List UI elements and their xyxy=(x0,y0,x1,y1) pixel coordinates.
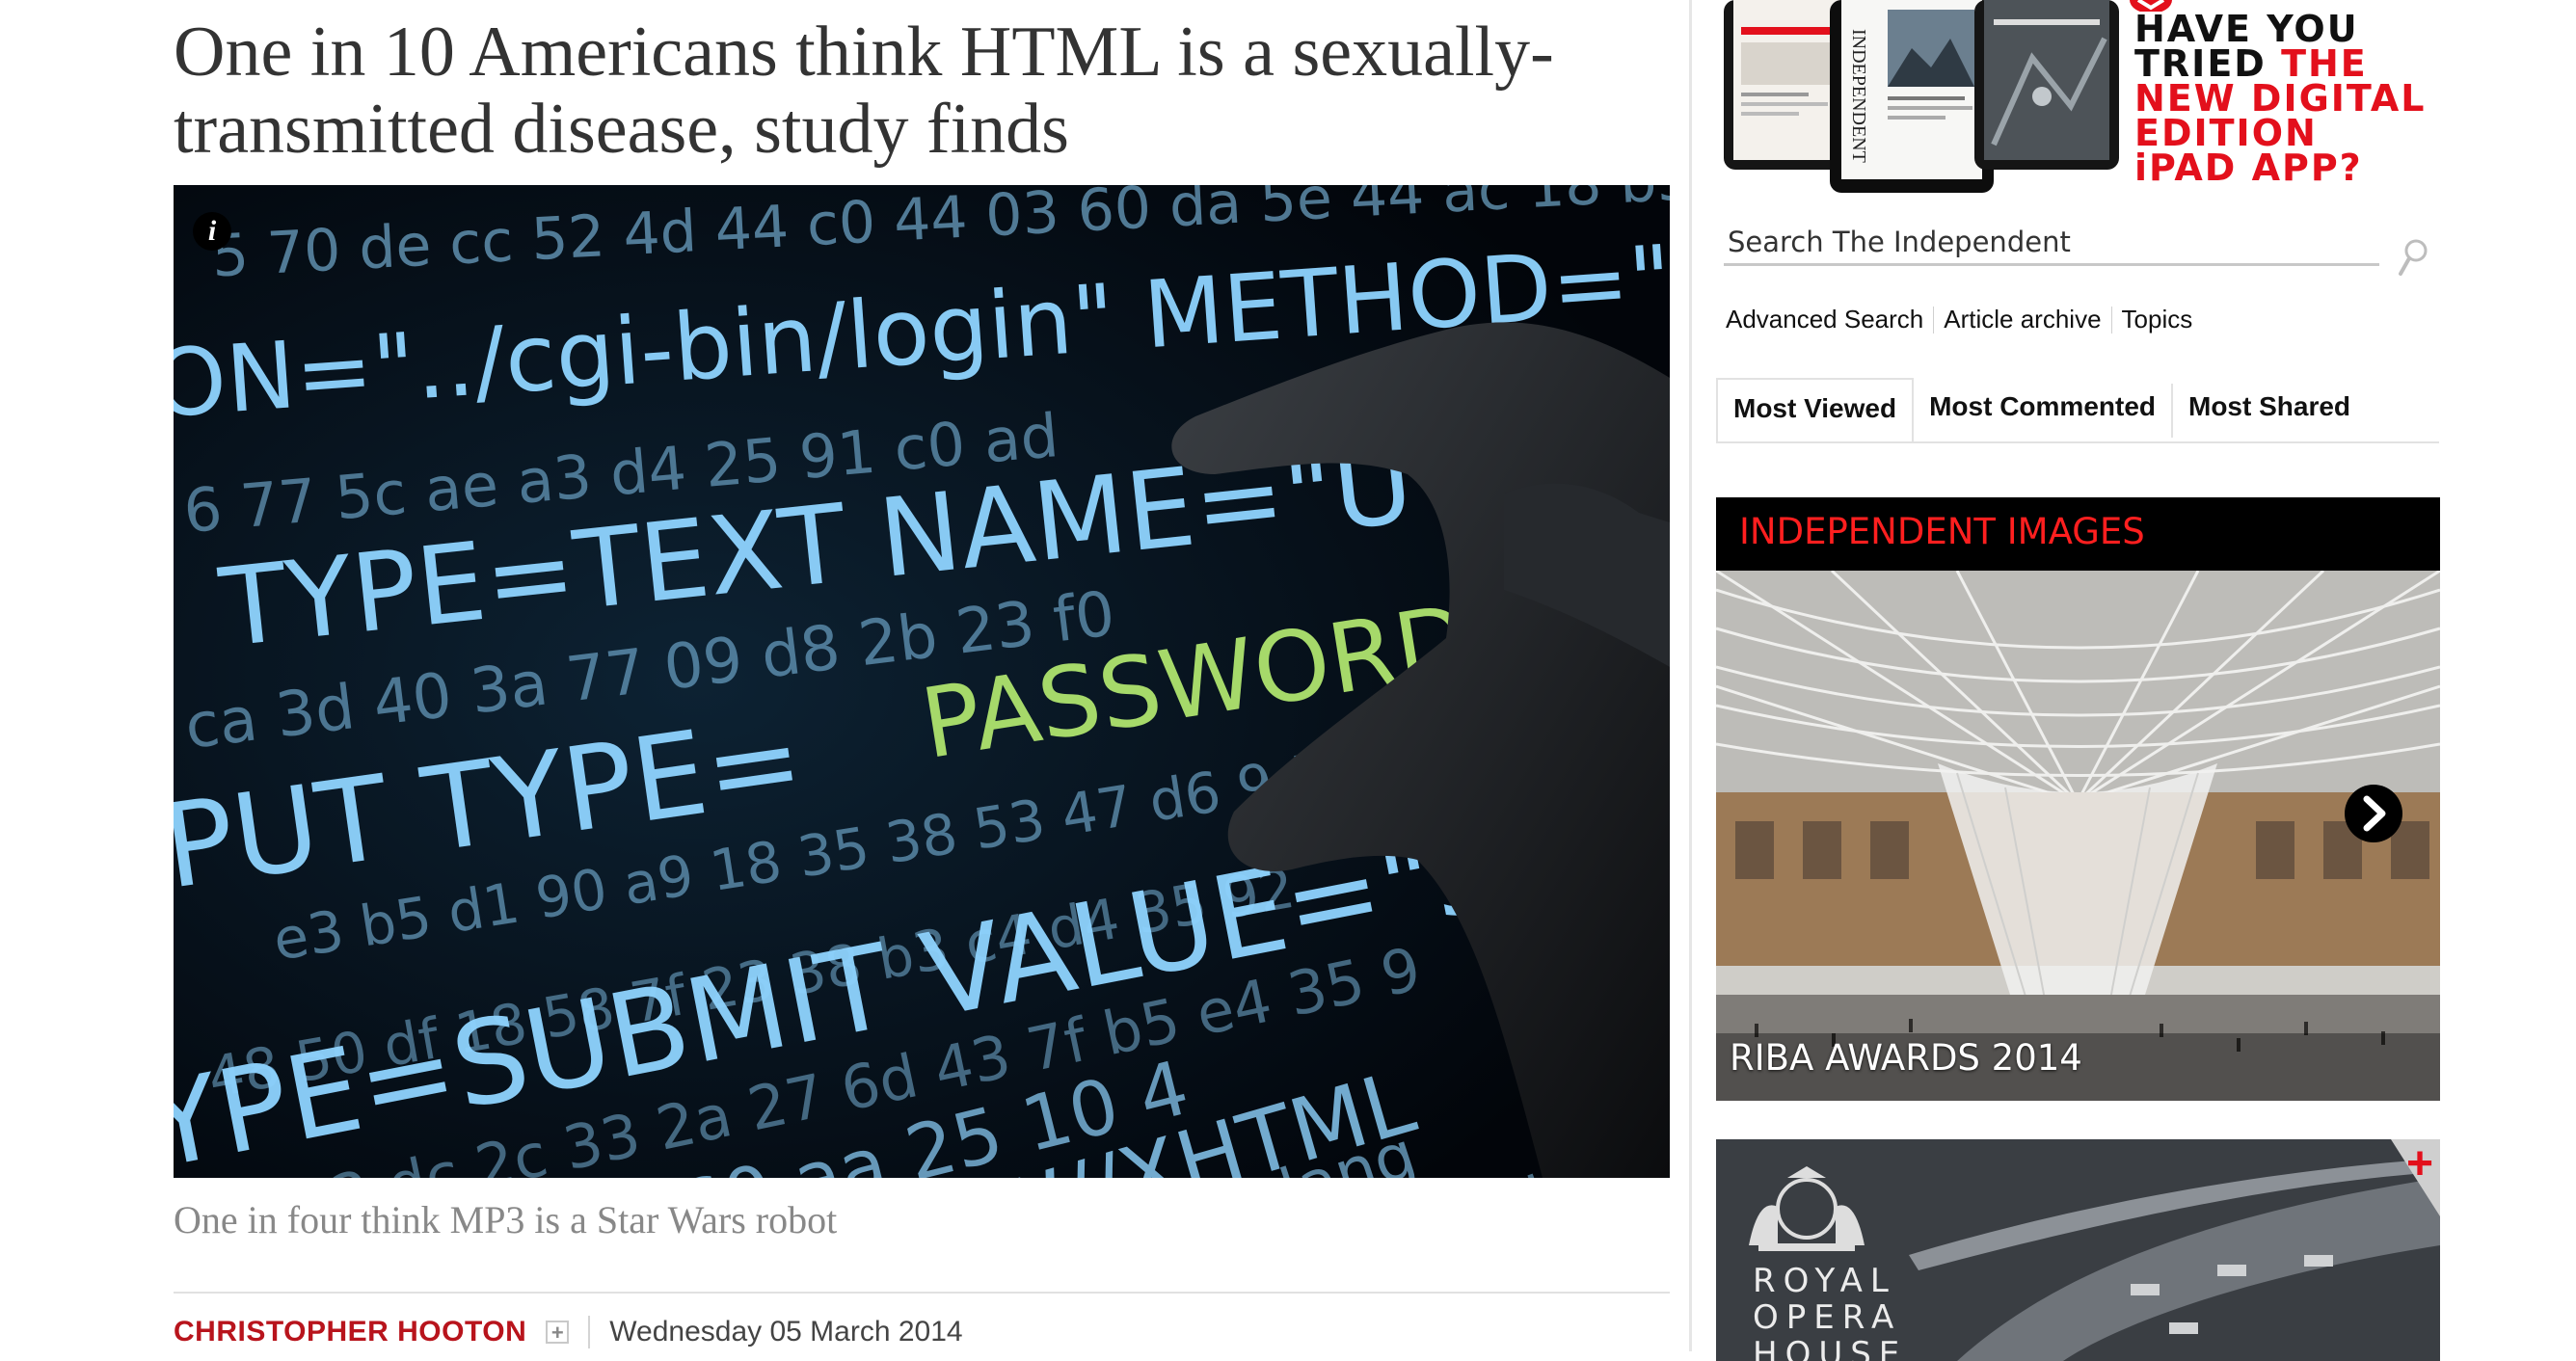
promo-line: NEW DIGITAL xyxy=(2134,80,2427,117)
promo-text: iPAD APP? xyxy=(2134,147,2363,189)
gallery-label[interactable]: RIBA AWARDS 2014 xyxy=(1730,1037,2082,1079)
image-info-icon[interactable]: i xyxy=(193,212,231,251)
author-link[interactable]: CHRISTOPHER HOOTON xyxy=(174,1316,526,1348)
opera-name-line: ROYAL xyxy=(1753,1262,1896,1300)
opera-name-line: OPERA xyxy=(1753,1298,1902,1337)
chevron-right-icon[interactable] xyxy=(2343,783,2404,844)
code-screen-photo: 5 70 de cc 52 4d 44 c0 44 03 60 da 5e 44… xyxy=(174,185,1670,1178)
independent-images-widget: INDEPENDENT IMAGES RIBA AWARDS 2014 xyxy=(1716,497,2440,1101)
image-caption: One in four think MP3 is a Star Wars rob… xyxy=(174,1198,838,1241)
tablet-masthead: INDEPENDENT xyxy=(1848,29,1869,163)
byline-separator xyxy=(588,1316,591,1348)
article-archive-link[interactable]: Article archive xyxy=(1934,305,2110,334)
promo-line: HAVE YOU xyxy=(2134,11,2427,47)
byline: CHRISTOPHER HOOTON + Wednesday 05 March … xyxy=(174,1313,963,1351)
opera-house-name: ROYAL OPERA HOUSE xyxy=(1753,1263,1907,1361)
tab-most-shared[interactable]: Most Shared xyxy=(2173,378,2366,441)
tab-most-viewed[interactable]: Most Viewed xyxy=(1716,378,1915,441)
promo-line: iPAD APP? xyxy=(2134,149,2427,186)
article-headline: One in 10 Americans think HTML is a sexu… xyxy=(174,13,1554,169)
search-quick-links: Advanced Search Article archive Topics xyxy=(1716,305,2202,334)
royal-opera-house-ad[interactable]: ROYAL OPERA HOUSE + xyxy=(1716,1139,2440,1361)
column-divider xyxy=(1689,0,1692,1351)
byline-divider xyxy=(174,1292,1670,1294)
search-input[interactable] xyxy=(1724,224,2379,266)
topics-link[interactable]: Topics xyxy=(2112,305,2203,334)
ad-expand-plus-icon[interactable]: + xyxy=(2406,1141,2433,1188)
tab-most-commented[interactable]: Most Commented xyxy=(1914,378,2171,441)
gallery-photo[interactable] xyxy=(1716,571,2440,1101)
promo-line: EDITION xyxy=(2134,115,2427,151)
search-icon[interactable] xyxy=(2397,237,2429,280)
opera-name-line: HOUSE xyxy=(1753,1335,1908,1361)
ipad-app-promo-text[interactable]: HAVE YOU TRIED THE NEW DIGITAL EDITION i… xyxy=(2134,11,2427,186)
most-popular-tabs: Most Viewed Most Commented Most Shared xyxy=(1716,378,2439,443)
images-widget-title: INDEPENDENT IMAGES xyxy=(1739,511,2145,552)
article-hero-image[interactable]: 5 70 de cc 52 4d 44 c0 44 03 60 da 5e 44… xyxy=(174,185,1670,1178)
promo-line: TRIED THE xyxy=(2134,45,2427,82)
royal-crest-icon xyxy=(1749,1166,1865,1251)
advanced-search-link[interactable]: Advanced Search xyxy=(1716,305,1933,334)
follow-author-plus-icon[interactable]: + xyxy=(546,1321,570,1344)
ipad-app-promo-image[interactable]: INDEPENDENT xyxy=(1724,0,2129,193)
publish-date: Wednesday 05 March 2014 xyxy=(609,1316,963,1348)
